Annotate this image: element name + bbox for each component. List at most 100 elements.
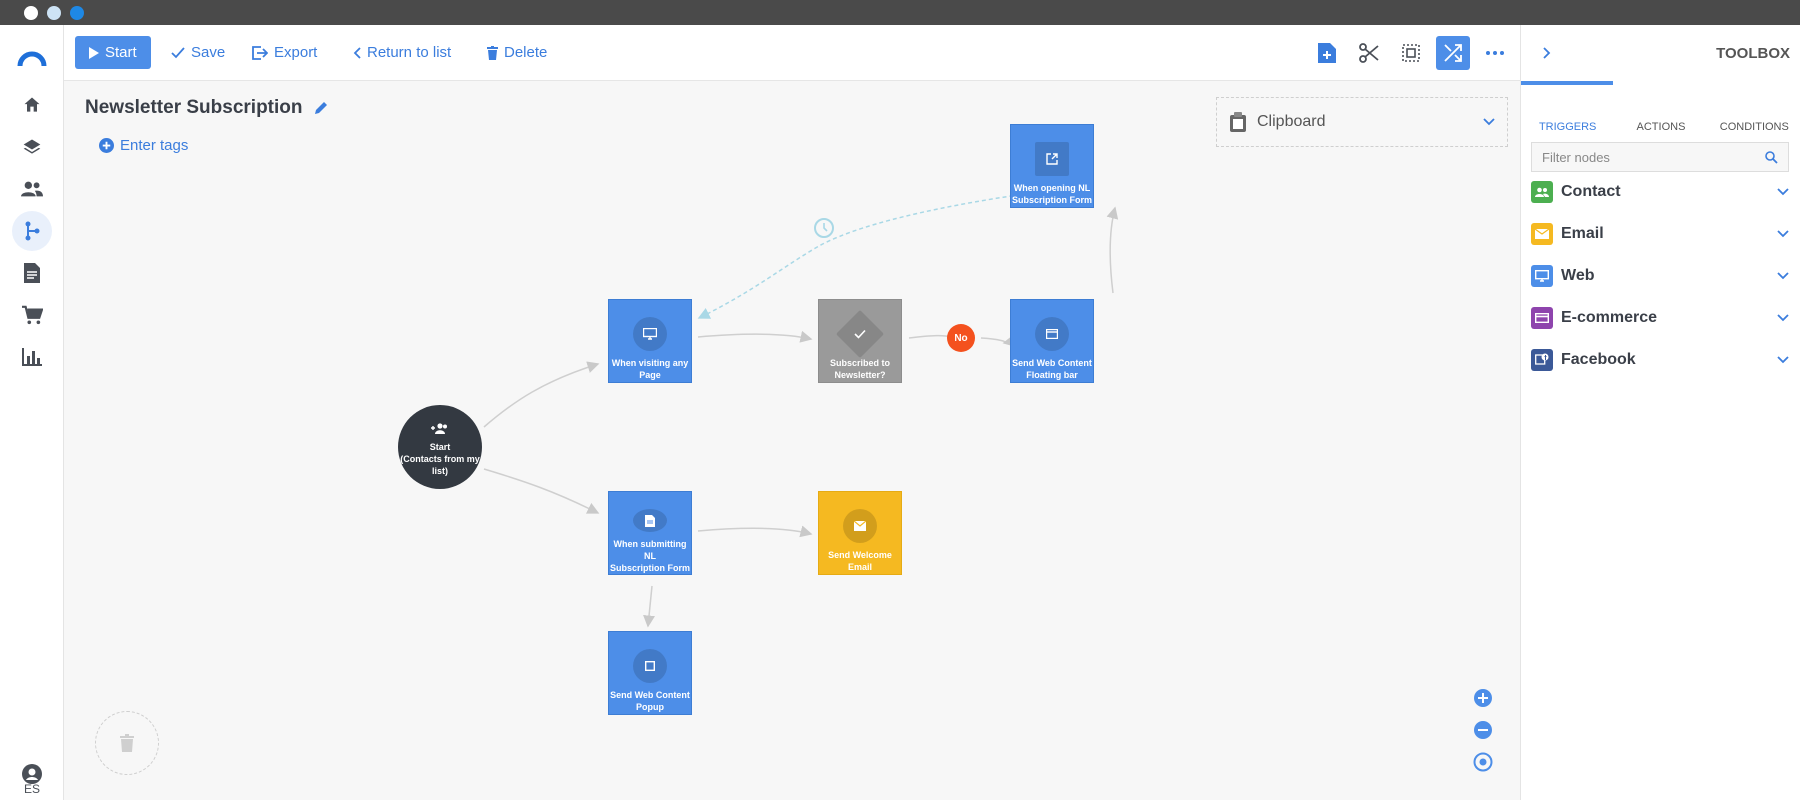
category-facebook[interactable]: Facebook [1531, 345, 1789, 375]
node-subscribed-line-1: Subscribed to [829, 358, 890, 368]
collapse-chevron-right-icon[interactable] [1543, 47, 1551, 59]
node-subscribed-condition[interactable]: Subscribed to Newsletter? [818, 299, 902, 383]
window-minimize-dot[interactable] [47, 6, 61, 20]
open-external-icon [1035, 142, 1069, 176]
category-web[interactable]: Web [1531, 261, 1789, 291]
category-contact[interactable]: Contact [1531, 177, 1789, 207]
window-close-dot[interactable] [24, 6, 38, 20]
start-button[interactable]: Start [75, 36, 151, 69]
scissors-icon[interactable] [1352, 36, 1386, 70]
node-send-floating-bar[interactable]: Send Web Content Floating bar [1010, 299, 1094, 383]
connector-start-to-submitting[interactable] [483, 468, 600, 514]
chevron-down-icon[interactable] [1777, 314, 1789, 322]
select-area-icon[interactable] [1394, 36, 1428, 70]
node-start[interactable]: Start (Contacts from my list) [398, 405, 482, 489]
return-to-list-label: Return to list [367, 44, 452, 61]
node-opening-line-2: Subscription Form [1011, 195, 1092, 205]
center-view-icon[interactable] [1473, 752, 1493, 772]
no-branch-badge[interactable]: No [947, 324, 975, 352]
check-icon [171, 46, 185, 58]
flow-canvas[interactable]: Newsletter Subscription Enter tags Clipb… [64, 81, 1520, 800]
connector-submitting-to-popup[interactable] [643, 585, 656, 628]
monitor-icon [633, 317, 667, 351]
chevron-down-icon[interactable] [1777, 188, 1789, 196]
tab-conditions[interactable]: CONDITIONS [1708, 81, 1800, 133]
filter-nodes-input[interactable]: Filter nodes [1531, 142, 1789, 172]
canvas-trash-dropzone[interactable] [95, 711, 159, 775]
floating-bar-icon [1035, 317, 1069, 351]
node-submitting-line-2: Subscription Form [609, 563, 690, 573]
document-icon[interactable] [12, 253, 52, 293]
start-button-label: Start [105, 44, 137, 61]
node-send-welcome-email[interactable]: Send Welcome Email [818, 491, 902, 575]
auto-layout-shuffle-icon[interactable] [1436, 36, 1470, 70]
tab-actions[interactable]: ACTIONS [1614, 81, 1707, 133]
node-send-popup[interactable]: Send Web Content Popup [608, 631, 692, 715]
contacts-icon[interactable] [12, 169, 52, 209]
editor-toolbar: Start Save Export Return to list Delete [64, 25, 1520, 81]
more-options-icon[interactable] [1478, 36, 1512, 70]
node-start-line-2: (Contacts from my [400, 454, 480, 464]
flow-connectors [483, 187, 1119, 628]
return-to-list-button[interactable]: Return to list [353, 36, 451, 69]
category-ecommerce[interactable]: E-commerce [1531, 303, 1789, 333]
add-contacts-icon [428, 417, 452, 441]
chevron-left-icon [353, 46, 361, 59]
filter-placeholder: Filter nodes [1542, 149, 1610, 165]
trash-icon [120, 734, 134, 752]
chevron-down-icon[interactable] [1777, 230, 1789, 238]
layers-icon[interactable] [12, 127, 52, 167]
window-maximize-dot[interactable] [70, 6, 84, 20]
search-icon [1765, 150, 1778, 164]
node-start-line-3: list) [431, 466, 448, 476]
connector-visiting-to-subscribed[interactable] [697, 330, 813, 343]
app-logo-icon[interactable] [12, 39, 52, 79]
envelope-icon [843, 509, 877, 543]
chevron-down-icon[interactable] [1777, 356, 1789, 364]
toolbox-panel: TOOLBOX TRIGGERS ACTIONS CONDITIONS Filt… [1520, 25, 1800, 800]
play-icon [89, 46, 99, 59]
delete-button-label: Delete [504, 44, 548, 61]
connector-no-to-floating[interactable] [980, 335, 1016, 347]
form-document-icon [633, 509, 667, 532]
chevron-down-icon[interactable] [1777, 272, 1789, 280]
connector-floating-to-opening[interactable] [1106, 206, 1119, 294]
tab-triggers[interactable]: TRIGGERS [1521, 81, 1614, 133]
connector-start-to-visiting[interactable] [483, 361, 600, 428]
node-floating-line-2: Floating bar [1026, 370, 1078, 380]
envelope-icon [1531, 223, 1553, 245]
node-when-opening-form[interactable]: When opening NL Subscription Form [1010, 124, 1094, 208]
node-popup-line-1: Send Web Content [610, 690, 690, 700]
category-email[interactable]: Email [1531, 219, 1789, 249]
add-node-icon[interactable] [1310, 36, 1344, 70]
monitor-icon [1531, 265, 1553, 287]
zoom-out-icon[interactable] [1473, 720, 1493, 740]
people-icon [1531, 181, 1553, 203]
node-when-visiting-page[interactable]: When visiting any Page [608, 299, 692, 383]
delete-button[interactable]: Delete [487, 36, 547, 69]
reports-chart-icon[interactable] [12, 337, 52, 377]
node-floating-line-1: Send Web Content [1012, 358, 1092, 368]
popup-icon [633, 649, 667, 683]
save-button-label: Save [191, 44, 226, 61]
delay-clock-icon[interactable] [814, 218, 834, 238]
node-visiting-line-2: Page [639, 370, 661, 380]
connector-subscribed-to-no[interactable] [908, 334, 952, 339]
category-ecommerce-label: E-commerce [1561, 309, 1658, 326]
language-label[interactable]: ES [0, 782, 64, 796]
node-subscribed-line-2: Newsletter? [834, 370, 886, 380]
cart-icon[interactable] [12, 295, 52, 335]
toolbox-header: TOOLBOX [1521, 25, 1800, 81]
save-button[interactable]: Save [171, 36, 225, 69]
home-icon[interactable] [12, 85, 52, 125]
window-titlebar [0, 0, 1800, 25]
node-popup-line-2: Popup [636, 702, 664, 712]
category-email-label: Email [1561, 225, 1604, 242]
toolbox-tabs: TRIGGERS ACTIONS CONDITIONS [1521, 81, 1800, 133]
connector-submitting-to-welcome[interactable] [697, 525, 813, 538]
node-when-submitting-form[interactable]: When submitting NL Subscription Form [608, 491, 692, 575]
zoom-in-icon[interactable] [1473, 688, 1493, 708]
automation-flow-icon[interactable] [12, 211, 52, 251]
trash-icon [487, 45, 498, 60]
export-button[interactable]: Export [252, 36, 317, 69]
